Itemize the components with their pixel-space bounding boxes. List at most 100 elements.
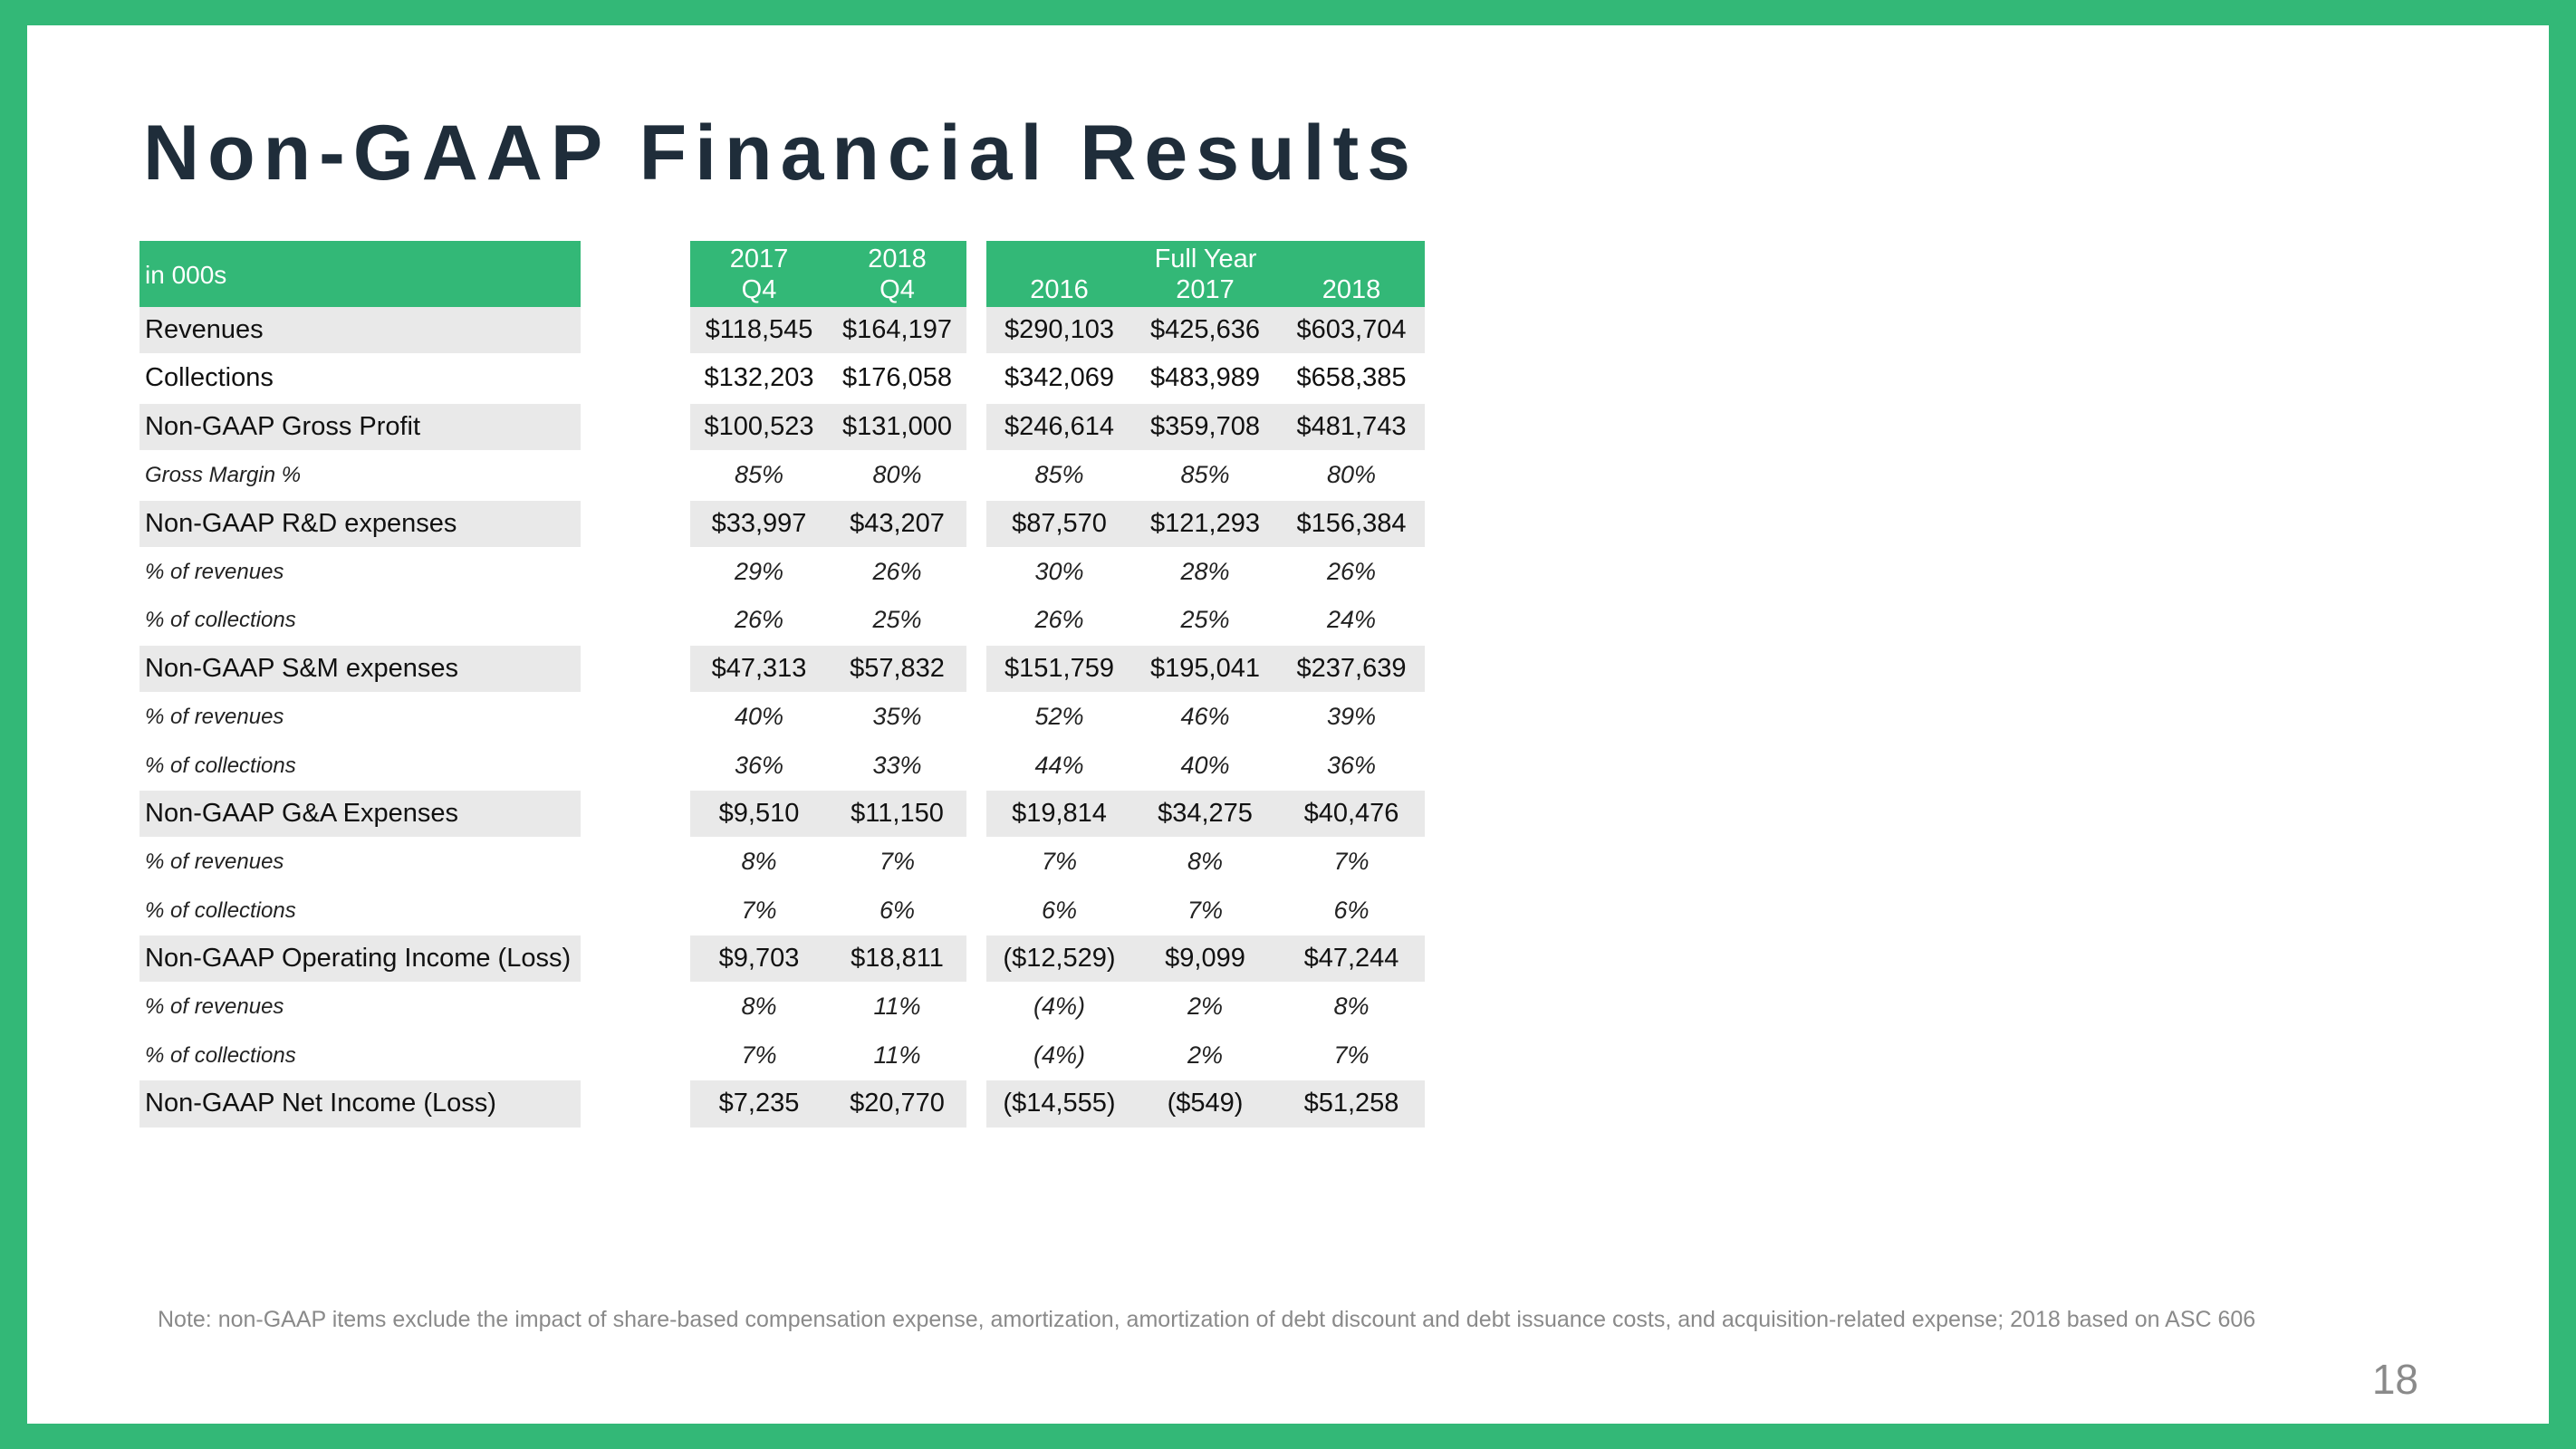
- row-value: $7,235: [718, 1089, 800, 1118]
- row-value: 29%: [734, 557, 784, 585]
- table-row: $246,614 $359,708 $481,743: [986, 403, 1425, 452]
- row-value: $176,058: [842, 363, 952, 393]
- row-value: ($14,555): [1003, 1089, 1116, 1118]
- row-value: $425,636: [1150, 315, 1260, 344]
- row-value: $658,385: [1296, 363, 1407, 393]
- row-value: $132,203: [704, 363, 814, 393]
- row-value: 40%: [1180, 751, 1230, 779]
- row-value: 11%: [873, 1041, 921, 1069]
- row-label: % of revenues: [145, 559, 284, 584]
- table-header-full-year: Full Year 2016 2017 2018: [986, 241, 1425, 307]
- row-label: % of collections: [145, 753, 296, 778]
- row-value: 26%: [1326, 557, 1377, 585]
- header-fy-2018: 2018: [1322, 275, 1381, 304]
- row-value: 7%: [1041, 848, 1078, 876]
- row-label: Non-GAAP R&D expenses: [145, 508, 457, 538]
- table-row: 85% 80%: [690, 452, 966, 500]
- row-value: 52%: [1034, 703, 1084, 731]
- footnote: Note: non-GAAP items exclude the impact …: [158, 1307, 2256, 1332]
- row-label: % of revenues: [145, 994, 284, 1020]
- row-value: 44%: [1034, 751, 1084, 779]
- table-row: 7% 8% 7%: [986, 839, 1425, 887]
- table-row: Non-GAAP R&D expenses: [139, 500, 581, 549]
- quarter-column-group: 2017 Q4 2018 Q4 $118,545 $164,197 $132,203…: [690, 241, 966, 1129]
- row-value: 26%: [734, 606, 784, 634]
- row-value: 85%: [734, 461, 784, 489]
- header-fy-2017: 2017: [1176, 275, 1235, 304]
- row-value: 6%: [1333, 896, 1370, 924]
- table-row: $19,814 $34,275 $40,476: [986, 790, 1425, 839]
- row-value: $87,570: [1012, 508, 1107, 538]
- row-value: 11%: [873, 993, 921, 1021]
- table-row: $290,103 $425,636 $603,704: [986, 307, 1425, 355]
- row-label: % of revenues: [145, 705, 284, 730]
- row-value: 7%: [1333, 848, 1370, 876]
- row-value: 6%: [879, 896, 916, 924]
- row-value: 85%: [1180, 461, 1230, 489]
- table-row: 40% 35%: [690, 694, 966, 742]
- row-value: 6%: [1041, 896, 1078, 924]
- row-label: % of revenues: [145, 849, 284, 875]
- table-row: $47,313 $57,832: [690, 645, 966, 694]
- row-value: (4%): [1033, 1041, 1085, 1069]
- table-row: % of revenues: [139, 549, 581, 597]
- row-value: 28%: [1180, 557, 1230, 585]
- row-label: % of collections: [145, 608, 296, 633]
- table-row: $118,545 $164,197: [690, 307, 966, 355]
- row-value: $9,510: [718, 798, 800, 828]
- row-value: $18,811: [851, 944, 944, 974]
- table-row: Collections: [139, 355, 581, 403]
- table-header-label: in 000s: [139, 241, 581, 307]
- row-value: $57,832: [850, 653, 945, 683]
- full-year-column-group: Full Year 2016 2017 2018 $290,103 $425,63…: [986, 241, 1425, 1129]
- table-row: 36% 33%: [690, 743, 966, 791]
- row-label: Non-GAAP S&M expenses: [145, 653, 459, 683]
- table-row: $9,510 $11,150: [690, 790, 966, 839]
- table-row: % of collections: [139, 597, 581, 645]
- row-value: $195,041: [1150, 653, 1260, 683]
- slide: Non-GAAP Financial Results in 000s Reven…: [27, 25, 2549, 1424]
- table-row: 52% 46% 39%: [986, 694, 1425, 742]
- row-value: $9,703: [718, 944, 800, 974]
- row-value: $164,197: [842, 315, 952, 344]
- full-year-rows: $290,103 $425,636 $603,704 $342,069 $483,989…: [986, 307, 1425, 1129]
- row-value: $100,523: [704, 411, 814, 441]
- row-value: $43,207: [850, 508, 945, 538]
- row-value: 2%: [1187, 1041, 1224, 1069]
- row-value: $481,743: [1296, 411, 1407, 441]
- row-value: $20,770: [850, 1089, 945, 1118]
- row-value: ($549): [1167, 1089, 1244, 1118]
- row-label: Collections: [145, 363, 274, 393]
- row-value: $603,704: [1296, 315, 1407, 344]
- row-value: 8%: [1187, 848, 1224, 876]
- table-row: (4%) 2% 7%: [986, 1032, 1425, 1080]
- row-value: $118,545: [705, 315, 813, 344]
- row-value: $359,708: [1150, 411, 1260, 441]
- table-row: 8% 7%: [690, 839, 966, 887]
- table-row: % of revenues: [139, 694, 581, 742]
- row-label: Non-GAAP Net Income (Loss): [145, 1089, 496, 1118]
- row-value: 8%: [1333, 993, 1370, 1021]
- row-value: $290,103: [1004, 315, 1114, 344]
- header-q2-year: 2018: [868, 245, 927, 273]
- row-label: Non-GAAP Operating Income (Loss): [145, 944, 572, 974]
- row-value: $156,384: [1296, 508, 1407, 538]
- row-value: 7%: [741, 896, 777, 924]
- row-value: $151,759: [1004, 653, 1114, 683]
- row-value: ($12,529): [1003, 944, 1116, 974]
- row-value: 2%: [1187, 993, 1224, 1021]
- row-value: 26%: [872, 557, 922, 585]
- row-value: $9,099: [1165, 944, 1245, 974]
- table-row: Non-GAAP S&M expenses: [139, 645, 581, 694]
- table-row: $342,069 $483,989 $658,385: [986, 355, 1425, 403]
- table-row: 29% 26%: [690, 549, 966, 597]
- table-row: ($12,529) $9,099 $47,244: [986, 936, 1425, 984]
- row-label: Revenues: [145, 315, 264, 344]
- table-row: $132,203 $176,058: [690, 355, 966, 403]
- header-q1-period: Q4: [741, 275, 777, 304]
- row-value: 46%: [1180, 703, 1230, 731]
- row-value: 7%: [1187, 896, 1224, 924]
- table-row: Non-GAAP Operating Income (Loss): [139, 936, 581, 984]
- row-value: $483,989: [1150, 363, 1260, 393]
- label-column: in 000s Revenues Collections Non-GAAP Gros…: [139, 241, 581, 1129]
